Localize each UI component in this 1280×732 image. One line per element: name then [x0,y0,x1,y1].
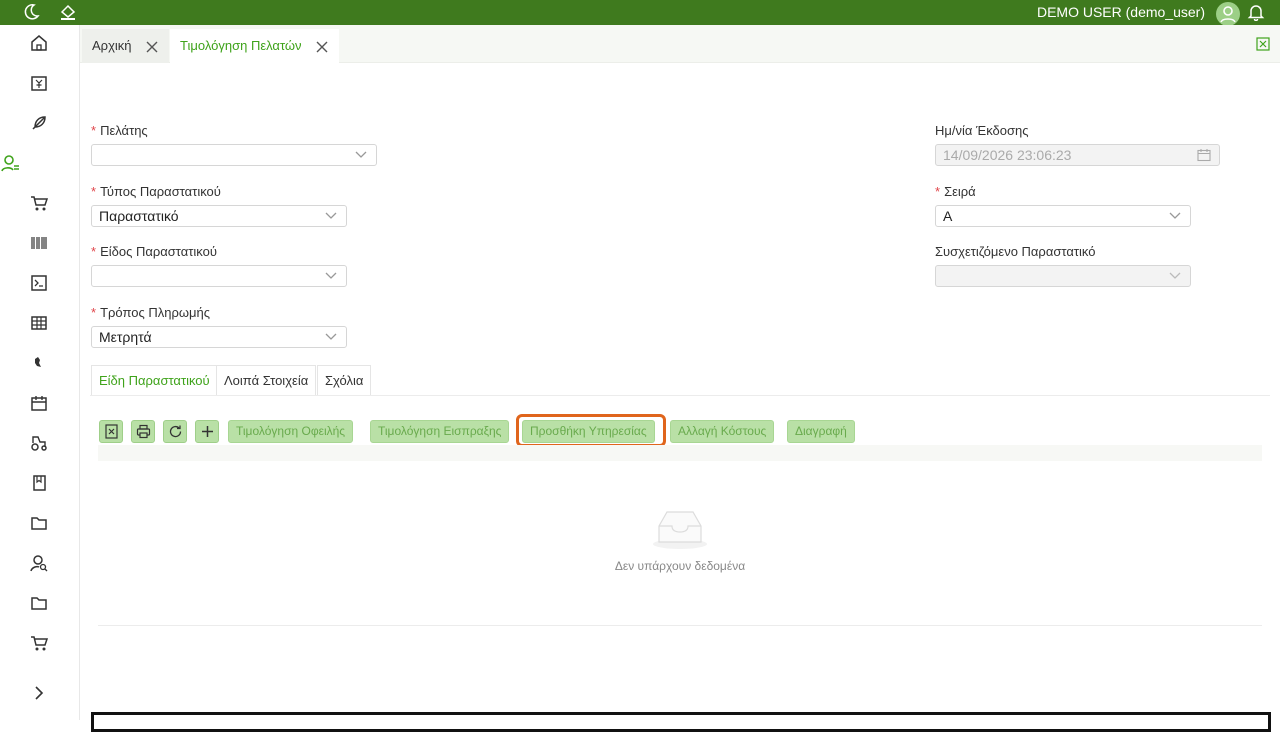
doc-type-value: Παραστατικό [99,208,179,224]
customer-select[interactable] [91,144,377,166]
chevron-right-icon[interactable] [29,683,49,703]
empty-inbox-icon [653,511,707,549]
series-select[interactable]: Α [935,205,1191,227]
feather-icon[interactable] [29,113,49,133]
invoice-debt-button[interactable]: Τιμολόγηση Οφειλής [228,420,354,443]
issue-date-label: Ημ/νία Έκδοσης [935,123,1029,138]
chevron-down-icon [325,212,337,219]
customer-label: * Πελάτης [91,123,148,138]
invoice-yen-icon[interactable] [29,73,49,93]
doc-kind-select[interactable] [91,265,347,287]
payment-label: * Τρόπος Πληρωμής [91,305,210,320]
excel-icon[interactable] [1256,37,1270,51]
invoice-receipt-button[interactable]: Τιμολόγηση Εισπραξης [370,420,510,443]
bottom-panel [91,712,1271,732]
issue-date-field: 14/09/2026 23:06:23 [935,144,1220,166]
tab-customer-invoicing[interactable]: Τιμολόγηση Πελατών [170,29,340,63]
related-doc-select [935,265,1191,287]
table-bottom-border [98,625,1262,626]
export-excel-button[interactable] [99,420,123,443]
empty-text: Δεν υπάρχουν δεδομένα [614,559,746,573]
calendar-icon[interactable] [29,393,49,413]
tab-other-details[interactable]: Λοιπά Στοιχεία [216,365,317,396]
terminal-icon[interactable] [29,273,49,293]
bird-icon[interactable] [29,353,49,373]
user-customers-icon[interactable] [0,153,20,173]
highlight-ring [516,414,666,447]
print-icon [136,424,151,439]
series-value: Α [943,208,953,224]
moon-icon[interactable] [22,3,40,21]
refresh-button[interactable] [163,420,187,443]
chevron-down-icon [325,333,337,340]
tabs-divider [90,395,1270,396]
chevron-down-icon [1169,272,1181,279]
change-cost-button[interactable]: Αλλαγή Κόστους [670,420,775,443]
tab-label: Αρχική [92,38,132,53]
home-icon[interactable] [29,33,49,53]
tab-comments[interactable]: Σχόλια [317,365,372,396]
folder-icon[interactable] [29,593,49,613]
sidebar [0,25,80,720]
close-icon[interactable] [145,40,159,54]
folder-icon[interactable] [29,513,49,533]
issue-date-value: 14/09/2026 23:06:23 [943,147,1072,163]
table-header [98,445,1262,461]
tab-doc-items[interactable]: Είδη Παραστατικού [91,365,218,396]
delete-button[interactable]: Διαγραφή [787,420,855,443]
tab-home[interactable]: Αρχική [82,29,170,63]
cart-icon[interactable] [29,193,49,213]
tab-label: Τιμολόγηση Πελατών [180,38,302,53]
calendar-icon [1197,149,1211,162]
print-button[interactable] [131,420,155,443]
bell-icon[interactable] [1247,3,1265,21]
chevron-down-icon [355,151,367,158]
tabs-bar: Αρχική Τιμολόγηση Πελατών [80,25,1280,63]
plus-icon [202,426,213,437]
chevron-down-icon [1169,212,1181,219]
user-search-icon[interactable] [29,553,49,573]
chevron-down-icon [325,272,337,279]
payment-select[interactable]: Μετρητά [91,326,347,348]
bookmark-icon[interactable] [29,473,49,493]
barcode-icon[interactable] [29,233,49,253]
doc-type-select[interactable]: Παραστατικό [91,205,347,227]
user-name[interactable]: DEMO USER (demo_user) [1037,4,1205,21]
tractor-icon[interactable] [29,433,49,453]
cart-icon[interactable] [29,633,49,653]
payment-value: Μετρητά [99,329,152,345]
add-button[interactable] [195,420,219,443]
top-bar: DEMO USER (demo_user) [0,0,1280,26]
doc-type-label: * Τύπος Παραστατικού [91,184,221,199]
paint-bucket-icon[interactable] [59,3,77,21]
refresh-icon [169,425,182,438]
related-doc-label: Συσχετιζόμενο Παραστατικό [935,244,1096,259]
avatar-icon[interactable] [1216,2,1240,26]
close-icon[interactable] [315,40,329,54]
series-label: * Σειρά [935,184,976,199]
excel-export-icon [105,424,118,439]
doc-kind-label: * Είδος Παραστατικού [91,244,217,259]
table-icon[interactable] [29,313,49,333]
